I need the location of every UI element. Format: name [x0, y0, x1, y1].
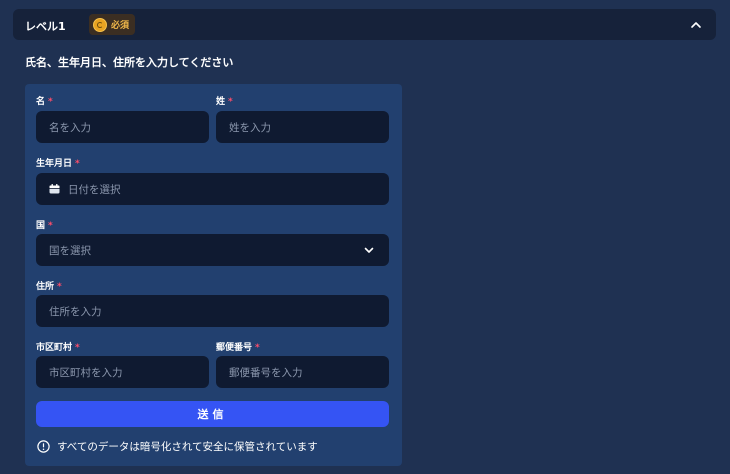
- required-mark: *: [75, 159, 80, 169]
- first-name-label-text: 名: [36, 97, 46, 107]
- required-badge: 必須: [89, 14, 136, 35]
- birthdate-label-text: 生年月日: [36, 159, 73, 169]
- last-name-label: 姓 *: [216, 94, 233, 107]
- chevron-down-icon: [364, 247, 374, 253]
- address-label-text: 住所: [36, 282, 55, 292]
- required-mark: *: [75, 343, 80, 353]
- required-mark: *: [228, 97, 233, 107]
- birthdate-picker[interactable]: 日付を選択: [36, 173, 389, 205]
- birthdate-label: 生年月日 *: [36, 156, 80, 169]
- postal-code-input[interactable]: 郵便番号を入力: [216, 356, 389, 388]
- security-notice: すべてのデータは暗号化されて安全に保管されています: [37, 439, 318, 454]
- form-instruction: 氏名、生年月日、住所を入力してください: [25, 56, 234, 69]
- required-mark: *: [48, 97, 53, 107]
- last-name-placeholder: 姓を入力: [229, 121, 271, 134]
- collapse-button[interactable]: [686, 15, 706, 35]
- section-title: レベル1: [25, 20, 66, 33]
- chevron-up-icon: [691, 22, 701, 28]
- last-name-input[interactable]: 姓を入力: [216, 111, 389, 143]
- required-badge-label: 必須: [111, 21, 130, 31]
- security-notice-text: すべてのデータは暗号化されて安全に保管されています: [57, 441, 318, 453]
- address-input[interactable]: 住所を入力: [36, 295, 389, 327]
- last-name-label-text: 姓: [216, 97, 226, 107]
- country-placeholder: 国を選択: [49, 244, 91, 257]
- personal-info-form: 名 * 名を入力 姓 * 姓を入力 生年月日 * 日付を選択 国 * 国を選択 住所 * …: [25, 84, 402, 466]
- country-label: 国 *: [36, 218, 53, 231]
- postal-code-label-text: 郵便番号: [216, 343, 253, 353]
- section-header[interactable]: レベル1 必須: [13, 9, 716, 40]
- birthdate-placeholder: 日付を選択: [68, 183, 121, 196]
- first-name-input[interactable]: 名を入力: [36, 111, 209, 143]
- required-mark: *: [57, 282, 62, 292]
- required-mark: *: [255, 343, 260, 353]
- calendar-icon: [49, 184, 60, 194]
- city-label: 市区町村 *: [36, 340, 80, 353]
- submit-button[interactable]: 送信: [36, 401, 389, 427]
- info-icon: [37, 440, 50, 453]
- first-name-label: 名 *: [36, 94, 53, 107]
- postal-code-label: 郵便番号 *: [216, 340, 260, 353]
- city-label-text: 市区町村: [36, 343, 73, 353]
- required-mark: *: [48, 221, 53, 231]
- first-name-placeholder: 名を入力: [49, 121, 91, 134]
- address-placeholder: 住所を入力: [49, 305, 102, 318]
- coin-icon: [93, 17, 107, 32]
- city-placeholder: 市区町村を入力: [49, 366, 123, 379]
- city-input[interactable]: 市区町村を入力: [36, 356, 209, 388]
- country-select[interactable]: 国を選択: [36, 234, 389, 266]
- address-label: 住所 *: [36, 279, 62, 292]
- country-label-text: 国: [36, 221, 46, 231]
- postal-code-placeholder: 郵便番号を入力: [229, 366, 303, 379]
